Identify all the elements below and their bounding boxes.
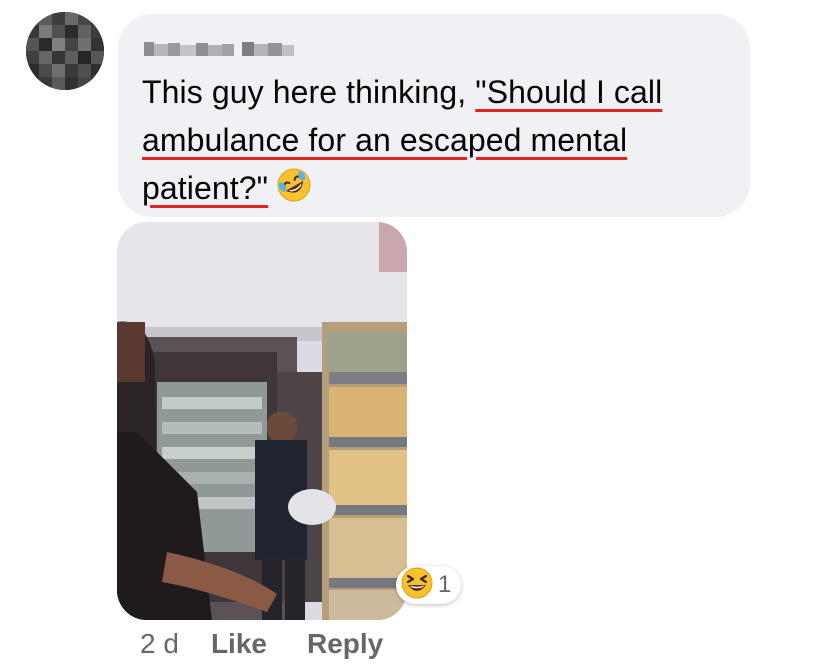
avatar[interactable]	[26, 12, 104, 90]
rolling-on-floor-laughing-emoji-icon	[276, 167, 312, 216]
comment-text-underlined: ambulance for an escaped mental	[142, 122, 628, 158]
comment-body: This guy here thinking, "Should I call a…	[142, 68, 742, 216]
video-thumbnail-store-aisle-icon	[117, 222, 407, 620]
comment-bubble: This guy here thinking, "Should I call a…	[118, 14, 750, 217]
attachment-image[interactable]	[117, 222, 407, 620]
comment-text-underlined: patient?"	[142, 170, 269, 206]
comment-text-underlined: "Should I call	[475, 74, 663, 110]
comment-actions: 2 d Like Reply	[140, 624, 423, 664]
comment-line: ambulance for an escaped mental	[142, 116, 742, 164]
comment-thread: This guy here thinking, "Should I call a…	[0, 0, 828, 669]
blurred-avatar-icon	[26, 12, 104, 90]
blurred-author-name-icon	[144, 42, 294, 56]
reaction-badge[interactable]: 1	[396, 566, 462, 605]
comment-timestamp: 2 d	[140, 628, 179, 659]
reply-button[interactable]: Reply	[307, 628, 383, 660]
comment-line: patient?"	[142, 164, 742, 216]
comment-line: This guy here thinking, "Should I call	[142, 68, 742, 116]
author-name[interactable]	[142, 38, 322, 60]
laughing-squinting-emoji-icon	[400, 566, 434, 605]
reaction-count: 1	[438, 571, 452, 598]
like-button[interactable]: Like	[211, 628, 267, 660]
comment-text-plain: This guy here thinking,	[142, 74, 476, 110]
